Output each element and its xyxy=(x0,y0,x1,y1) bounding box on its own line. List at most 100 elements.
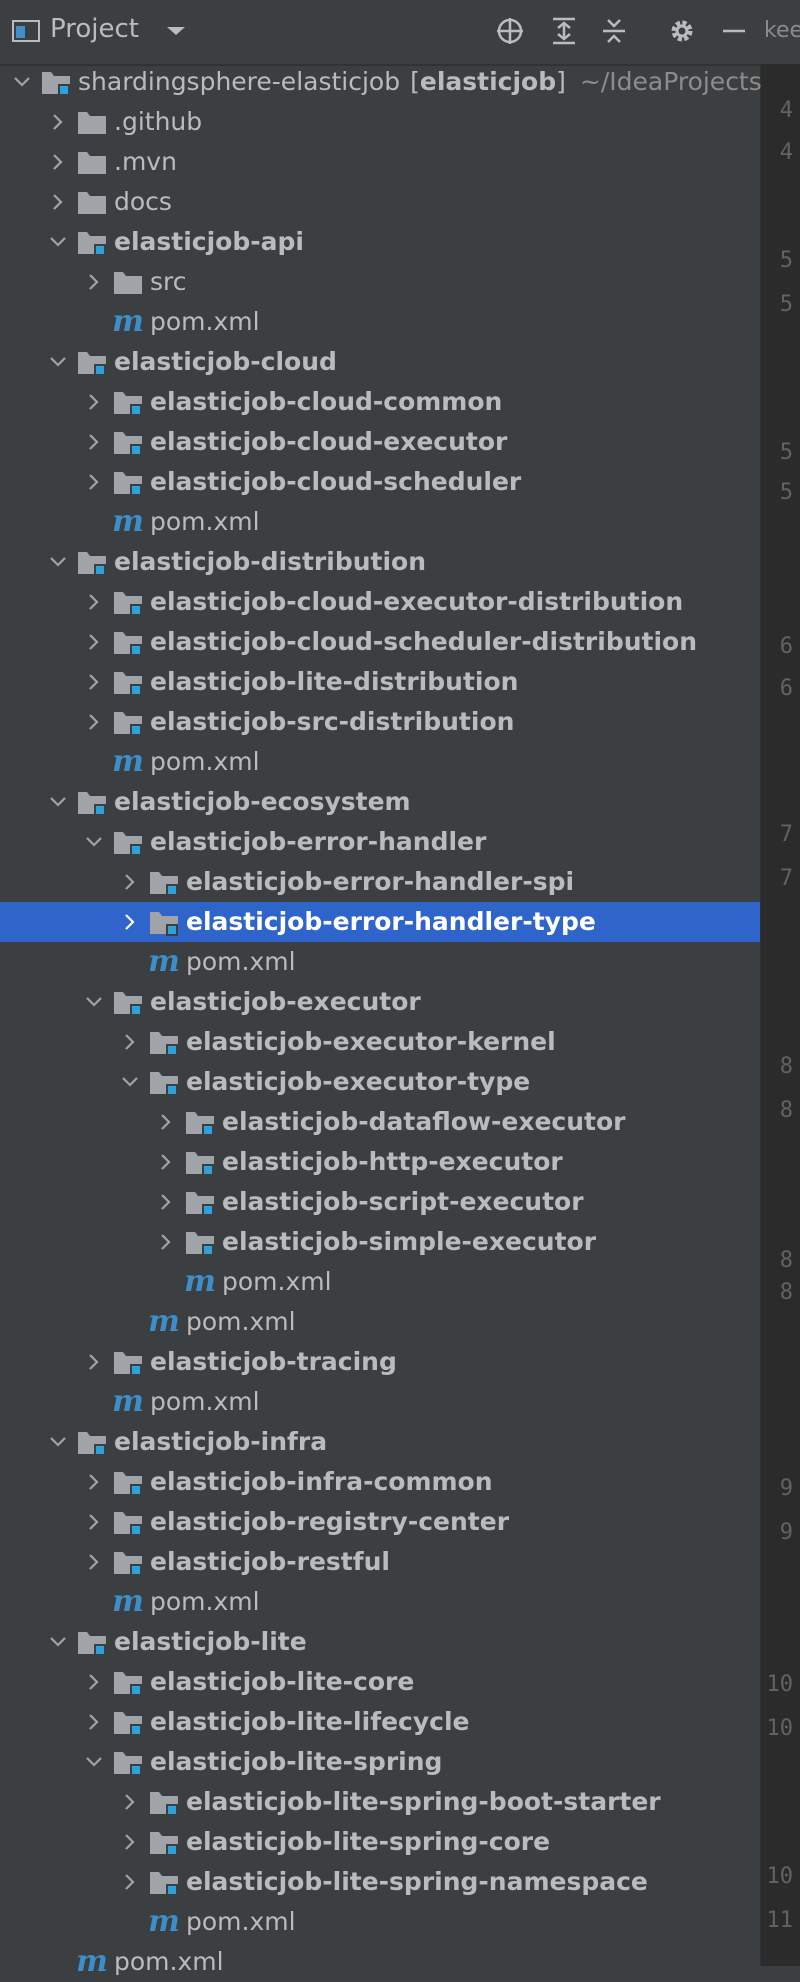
tree-file-row[interactable]: m pom.xml xyxy=(0,942,760,982)
tree-file-row[interactable]: m pom.xml xyxy=(0,302,760,342)
tree-node-row[interactable]: elasticjob-lite-spring xyxy=(0,1742,760,1782)
chevron-right-icon[interactable] xyxy=(82,462,106,502)
tree-node-label: pom.xml xyxy=(222,1267,332,1296)
tree-node-row[interactable]: elasticjob-executor-kernel xyxy=(0,1022,760,1062)
chevron-down-icon[interactable] xyxy=(82,982,106,1022)
chevron-down-icon[interactable] xyxy=(46,342,70,382)
chevron-right-icon[interactable] xyxy=(82,1502,106,1542)
tree-file-row[interactable]: m pom.xml xyxy=(0,1942,760,1982)
chevron-down-icon[interactable] xyxy=(46,782,70,822)
chevron-right-icon[interactable] xyxy=(154,1102,178,1142)
chevron-down-icon[interactable] xyxy=(10,62,34,102)
chevron-right-icon[interactable] xyxy=(118,1022,142,1062)
tree-node-row[interactable]: elasticjob-lite xyxy=(0,1622,760,1662)
tree-node-row[interactable]: docs xyxy=(0,182,760,222)
tool-window-title[interactable]: Project xyxy=(50,14,139,44)
chevron-right-icon[interactable] xyxy=(82,1462,106,1502)
tree-node-row[interactable]: elasticjob-executor-type xyxy=(0,1062,760,1102)
tree-node-row[interactable]: src xyxy=(0,262,760,302)
chevron-down-icon[interactable] xyxy=(82,822,106,862)
tree-node-row[interactable]: elasticjob-lite-distribution xyxy=(0,662,760,702)
tree-node-row[interactable]: elasticjob-lite-core xyxy=(0,1662,760,1702)
chevron-right-icon[interactable] xyxy=(82,582,106,622)
tree-file-row[interactable]: m pom.xml xyxy=(0,742,760,782)
chevron-right-icon[interactable] xyxy=(118,902,142,942)
tree-node-row[interactable]: elasticjob-tracing xyxy=(0,1342,760,1382)
tree-node-row[interactable]: elasticjob-ecosystem xyxy=(0,782,760,822)
tree-node-label: elasticjob-lite-spring-boot-starter xyxy=(186,1787,661,1816)
chevron-right-icon[interactable] xyxy=(118,1862,142,1902)
tree-node-row[interactable]: elasticjob-cloud-scheduler xyxy=(0,462,760,502)
tree-node-row[interactable]: elasticjob-lite-lifecycle xyxy=(0,1702,760,1742)
tree-node-row[interactable]: elasticjob-lite-spring-core xyxy=(0,1822,760,1862)
chevron-down-icon[interactable] xyxy=(118,1062,142,1102)
chevron-right-icon[interactable] xyxy=(82,1542,106,1582)
chevron-right-icon[interactable] xyxy=(118,862,142,902)
tree-node-row[interactable]: elasticjob-lite-spring-namespace xyxy=(0,1862,760,1902)
dropdown-chevron-icon[interactable] xyxy=(160,14,192,48)
tree-node-row[interactable]: elasticjob-script-executor xyxy=(0,1182,760,1222)
chevron-right-icon[interactable] xyxy=(118,1782,142,1822)
tree-node-row[interactable]: elasticjob-cloud-executor-distribution xyxy=(0,582,760,622)
tree-node-row[interactable]: elasticjob-api xyxy=(0,222,760,262)
tree-file-row[interactable]: m pom.xml xyxy=(0,1302,760,1342)
chevron-down-icon[interactable] xyxy=(46,1622,70,1662)
chevron-right-icon[interactable] xyxy=(46,102,70,142)
minimize-icon[interactable] xyxy=(718,14,750,48)
chevron-right-icon[interactable] xyxy=(82,262,106,302)
tree-node-row[interactable]: elasticjob-error-handler xyxy=(0,822,760,862)
chevron-right-icon[interactable] xyxy=(82,1662,106,1702)
chevron-right-icon[interactable] xyxy=(82,422,106,462)
tree-node-row[interactable]: elasticjob-error-handler-type xyxy=(0,902,760,942)
tree-node-row[interactable]: .mvn xyxy=(0,142,760,182)
project-view-icon[interactable] xyxy=(10,14,42,48)
chevron-down-icon[interactable] xyxy=(46,1422,70,1462)
tree-node-row[interactable]: elasticjob-src-distribution xyxy=(0,702,760,742)
tree-node-row[interactable]: elasticjob-lite-spring-boot-starter xyxy=(0,1782,760,1822)
tree-node-row[interactable]: elasticjob-restful xyxy=(0,1542,760,1582)
chevron-right-icon[interactable] xyxy=(118,1822,142,1862)
tree-node-row[interactable]: elasticjob-cloud-common xyxy=(0,382,760,422)
chevron-down-icon[interactable] xyxy=(82,1742,106,1782)
collapse-all-icon[interactable] xyxy=(598,14,630,48)
chevron-right-icon[interactable] xyxy=(82,382,106,422)
editor-tab[interactable]: kee xyxy=(760,0,800,64)
module-folder-icon xyxy=(112,428,144,456)
tree-node-row[interactable]: elasticjob-distribution xyxy=(0,542,760,582)
chevron-right-icon[interactable] xyxy=(82,702,106,742)
expand-all-icon[interactable] xyxy=(548,14,580,48)
tree-node-row[interactable]: elasticjob-http-executor xyxy=(0,1142,760,1182)
chevron-right-icon[interactable] xyxy=(82,1702,106,1742)
tree-node-row[interactable]: elasticjob-simple-executor xyxy=(0,1222,760,1262)
chevron-down-icon[interactable] xyxy=(46,542,70,582)
tree-node-row[interactable]: .github xyxy=(0,102,760,142)
chevron-down-icon[interactable] xyxy=(46,222,70,262)
chevron-right-icon[interactable] xyxy=(82,1342,106,1382)
tree-file-row[interactable]: m pom.xml xyxy=(0,502,760,542)
tree-file-row[interactable]: m pom.xml xyxy=(0,1902,760,1942)
chevron-right-icon[interactable] xyxy=(46,142,70,182)
tree-node-row[interactable]: elasticjob-executor xyxy=(0,982,760,1022)
tree-node-row[interactable]: elasticjob-cloud xyxy=(0,342,760,382)
chevron-right-icon[interactable] xyxy=(154,1142,178,1182)
tree-node-row[interactable]: shardingsphere-elasticjob [elasticjob] ~/I… xyxy=(0,62,762,102)
maven-file-icon: m xyxy=(184,1264,216,1299)
tree-node-row[interactable]: elasticjob-dataflow-executor xyxy=(0,1102,760,1142)
tree-node-row[interactable]: elasticjob-infra xyxy=(0,1422,760,1462)
chevron-right-icon[interactable] xyxy=(154,1182,178,1222)
tree-file-row[interactable]: m pom.xml xyxy=(0,1262,760,1302)
tree-node-row[interactable]: elasticjob-registry-center xyxy=(0,1502,760,1542)
tree-node-row[interactable]: elasticjob-infra-common xyxy=(0,1462,760,1502)
tree-node-row[interactable]: elasticjob-cloud-executor xyxy=(0,422,760,462)
tree-node-row[interactable]: elasticjob-error-handler-spi xyxy=(0,862,760,902)
chevron-right-icon[interactable] xyxy=(82,622,106,662)
chevron-right-icon[interactable] xyxy=(154,1222,178,1262)
locate-icon[interactable] xyxy=(494,14,526,48)
chevron-right-icon[interactable] xyxy=(82,662,106,702)
chevron-right-icon[interactable] xyxy=(46,182,70,222)
tree-node-row[interactable]: elasticjob-cloud-scheduler-distribution xyxy=(0,622,760,662)
tree-file-row[interactable]: m pom.xml xyxy=(0,1382,760,1422)
tree-file-row[interactable]: m pom.xml xyxy=(0,1582,760,1622)
folder-icon xyxy=(112,268,144,296)
gear-icon[interactable] xyxy=(666,14,698,48)
